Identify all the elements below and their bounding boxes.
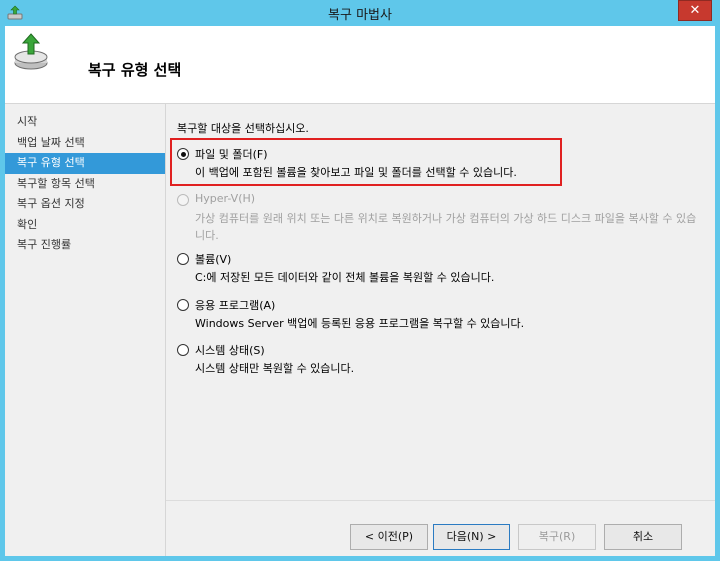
nav-step-recovery-options[interactable]: 복구 옵션 지정 (5, 194, 165, 215)
option-label: 응용 프로그램(A) (195, 299, 276, 312)
nav-step-progress[interactable]: 복구 진행률 (5, 235, 165, 256)
radio-system-state[interactable] (177, 344, 189, 356)
option-label: 시스템 상태(S) (195, 344, 265, 357)
nav-step-recovery-type[interactable]: 복구 유형 선택 (5, 153, 165, 174)
nav-step-select-items[interactable]: 복구할 항목 선택 (5, 174, 165, 195)
nav-step-confirm[interactable]: 확인 (5, 215, 165, 236)
option-label: 파일 및 폴더(F) (195, 148, 268, 161)
option-description: 시스템 상태만 복원할 수 있습니다. (195, 362, 355, 375)
cancel-button[interactable]: 취소 (604, 524, 682, 550)
wizard-client-area: 복구 유형 선택 시작 백업 날짜 선택 복구 유형 선택 복구할 항목 선택 … (5, 26, 715, 556)
nav-step-backup-date[interactable]: 백업 날짜 선택 (5, 133, 165, 154)
option-description: Windows Server 백업에 등록된 응용 프로그램을 복구할 수 있습… (195, 317, 525, 330)
option-description: 가상 컴퓨터를 원래 위치 또는 다른 위치로 복원하거나 가상 컴퓨터의 가상… (195, 212, 697, 242)
radio-files-folders[interactable] (177, 148, 189, 160)
recover-button: 복구(R) (518, 524, 596, 550)
prev-button[interactable]: < 이전(P) (350, 524, 428, 550)
option-label: Hyper-V(H) (195, 192, 256, 205)
button-area-divider (166, 500, 715, 501)
radio-hyper-v (177, 194, 189, 206)
wizard-header: 복구 유형 선택 (5, 26, 715, 104)
radio-volume[interactable] (177, 253, 189, 265)
nav-divider (165, 104, 166, 556)
option-description: C:에 저장된 모든 데이터와 같이 전체 볼륨을 복원할 수 있습니다. (195, 271, 495, 284)
next-button[interactable]: 다음(N) > (433, 524, 510, 550)
window-title: 복구 마법사 (328, 8, 392, 23)
radio-application[interactable] (177, 299, 189, 311)
restore-disk-icon (14, 33, 48, 70)
wizard-steps-nav: 시작 백업 날짜 선택 복구 유형 선택 복구할 항목 선택 복구 옵션 지정 … (5, 112, 165, 256)
option-label: 볼륨(V) (195, 253, 232, 266)
nav-step-start[interactable]: 시작 (5, 112, 165, 133)
title-bar[interactable]: 복구 마법사 ✕ (0, 0, 720, 26)
page-title: 복구 유형 선택 (88, 61, 182, 79)
option-description: 이 백업에 포함된 볼륨을 찾아보고 파일 및 폴더를 선택할 수 있습니다. (195, 166, 517, 179)
recovery-wizard-window: 복구 마법사 ✕ 복구 유형 선택 시작 백업 날짜 선택 복구 유형 선택 복… (0, 0, 720, 561)
instruction-text: 복구할 대상을 선택하십시오. (177, 122, 309, 135)
close-button[interactable]: ✕ (678, 0, 712, 21)
